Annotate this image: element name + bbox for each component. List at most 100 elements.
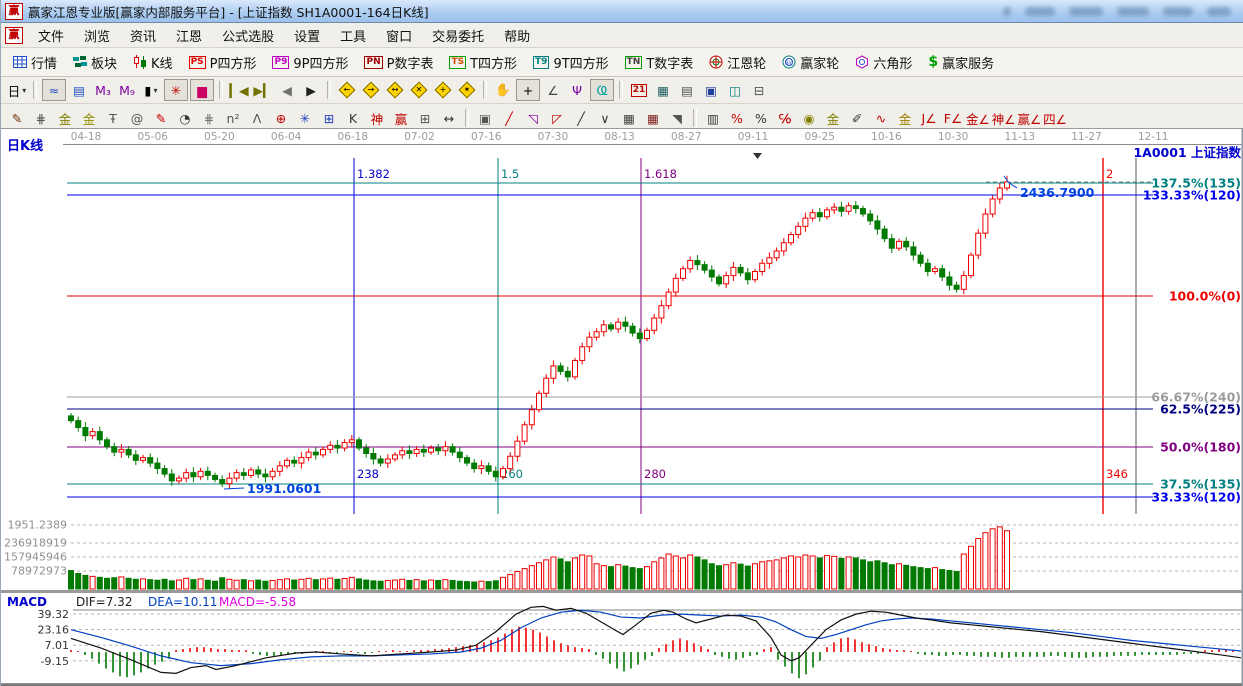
nav-last[interactable]: ▶▎ [252,80,274,100]
menu-item-5[interactable]: 公式选股 [212,24,284,47]
slant-lines-tool[interactable]: ◥ [666,108,688,128]
menu-item-6[interactable]: 设置 [284,24,330,47]
chart-canvas[interactable]: 04-18 05-06 05-20 06-04 06-18 07-02 07-16 07-30… [1,128,1243,686]
f-ruler[interactable]: Ŧ [102,108,124,128]
blue-gridbox-tool[interactable]: ⊞ [318,108,340,128]
histogram-tool[interactable]: ▆ [190,79,214,101]
k-mark-tool[interactable]: K [342,108,364,128]
percent-lines-tool[interactable]: ℅ [774,108,796,128]
pencil-bars-tool[interactable]: ✐ [846,108,868,128]
percent-7-tool[interactable]: % [726,108,748,128]
width-arrows-tool[interactable]: ↔ [438,108,460,128]
titlebar-blurred-controls[interactable] [1003,6,1239,16]
angle-measure-tool[interactable]: ∠ [542,80,564,100]
gold-circle-tool[interactable]: ◉ [798,108,820,128]
feature-quotes[interactable]: 行情 [5,50,65,74]
period-day-dropdown[interactable]: 日 ▾ [6,80,28,100]
feature-hexagon[interactable]: 六角形 [847,50,920,74]
gold-angle-line-tool[interactable]: 金 [894,108,916,128]
network[interactable]: ◫ [724,80,746,100]
diamond-plus[interactable]: + [432,80,454,100]
grid-123-tool[interactable]: ⊞ [414,108,436,128]
diamond-cross[interactable]: ✕ [408,80,430,100]
gold-lines-tool[interactable]: 金 [822,108,844,128]
crosshair-tool[interactable]: + [516,79,540,101]
diamond-star[interactable]: ✶ [456,80,478,100]
red-fanbox-tool[interactable]: ◸ [546,108,568,128]
pattern-tool[interactable]: ✳ [164,79,188,101]
feature-winner-wheel[interactable]: Big 赢家轮 [774,50,847,74]
candle-style-dropdown[interactable]: ▮ ▾ [140,80,162,100]
menu-item-9[interactable]: 交易委托 [422,24,494,47]
menu-item-8[interactable]: 窗口 [376,24,422,47]
feature-sectors[interactable]: 板块 [65,50,125,74]
diamond-left[interactable]: ← [336,80,358,100]
wave-3-tool[interactable]: M₃ [92,80,114,100]
nav-next[interactable]: ▶ [300,80,322,100]
gold-ruler-2[interactable]: 金 [78,108,100,128]
feature-p-square[interactable]: PS P四方形 [181,50,265,74]
zigzag-tool[interactable]: ≈ [42,79,66,101]
menu-item-4[interactable]: 江恩 [166,24,212,47]
n-square-tool[interactable]: n² [222,108,244,128]
v-lines-tool[interactable]: ∨ [594,108,616,128]
feature-gann-wheel[interactable]: 江恩轮 [701,50,774,74]
blue-star-tool[interactable]: ✳ [294,108,316,128]
j-angle-tool[interactable]: J∠ [918,108,940,128]
ying-angle-tool[interactable]: 赢∠ [1017,108,1041,128]
menu-item-2[interactable]: 浏览 [74,24,120,47]
shen-ruler[interactable]: 神 [366,108,388,128]
ying-ruler[interactable]: 赢 [390,108,412,128]
hand-tool[interactable]: ✋ [492,80,514,100]
time-clock-tool[interactable]: ◔ [174,108,196,128]
shen-angle-tool[interactable]: 神∠ [992,108,1016,128]
dense-grid-red-tool[interactable]: ▦ [642,108,664,128]
feature-t-square[interactable]: TS T四方形 [441,50,525,74]
nav-first[interactable]: ▎◀ [228,80,250,100]
gold-angle-tool[interactable]: 金∠ [966,108,990,128]
menu-item-7[interactable]: 工具 [330,24,376,47]
feature-9p-square[interactable]: P9 9P四方形 [264,50,356,74]
nav-prev[interactable]: ◀ [276,80,298,100]
notepad[interactable]: ▤ [676,80,698,100]
feature-t-number-table[interactable]: TN T数字表 [617,50,702,74]
red-fan-tool[interactable]: ╱ [498,108,520,128]
gold-ruler-1[interactable]: 金 [54,108,76,128]
red-target-tool[interactable]: ⊕ [270,108,292,128]
box-frame-tool[interactable]: ▣ [474,108,496,128]
save-disk[interactable]: ▣ [700,80,722,100]
remote-pc[interactable]: ⊟ [748,80,770,100]
wave-9-tool[interactable]: M₉ [116,80,138,100]
tick-ruler[interactable]: ⋕ [30,108,52,128]
pencil-tool[interactable]: ✎ [6,108,28,128]
trend-lines-tool[interactable]: ╱ [570,108,592,128]
feature-9t-square[interactable]: T9 9T四方形 [525,50,617,74]
gann-crown-tool[interactable]: Ψ [566,80,588,100]
dense-grid-tool[interactable]: ▦ [618,108,640,128]
gann-crown-tool-icon: Ψ [572,82,582,98]
spiral-tool[interactable]: @ [126,108,148,128]
calendar-21[interactable]: 21 [628,80,650,100]
wave-lines-tool[interactable]: ∿ [870,108,892,128]
diamond-hmove[interactable]: ↔ [384,80,406,100]
price-bars-tool[interactable]: ▥ [702,108,724,128]
calculator[interactable]: ▦ [652,80,674,100]
tick-ruler-2[interactable]: ⋕ [198,108,220,128]
angle-a-tool[interactable]: Λ [246,108,268,128]
menu-item-10[interactable]: 帮助 [494,24,540,47]
cloud-tool[interactable]: Ҩ [590,79,614,101]
chart-region[interactable]: 04-18 05-06 05-20 06-04 06-18 07-02 07-16 07-30… [1,128,1243,686]
red-pencil-tool[interactable]: ✎ [150,108,172,128]
feature-p-number-table[interactable]: PN P数字表 [356,50,441,74]
feature-kline[interactable]: K线 [125,50,181,74]
diamond-right[interactable]: → [360,80,382,100]
f-angle-tool[interactable]: F∠ [942,108,964,128]
purple-fanbox-tool[interactable]: ◹ [522,108,544,128]
feature-winner-service[interactable]: $ 赢家服务 [920,50,1002,74]
p-square-label: P四方形 [209,56,257,72]
percent-tool[interactable]: % [750,108,772,128]
menu-item-3[interactable]: 资讯 [120,24,166,47]
menu-item-1[interactable]: 文件 [28,24,74,47]
si-angle-tool[interactable]: 四∠ [1043,108,1067,128]
note-doc-tool[interactable]: ▤ [68,80,90,100]
